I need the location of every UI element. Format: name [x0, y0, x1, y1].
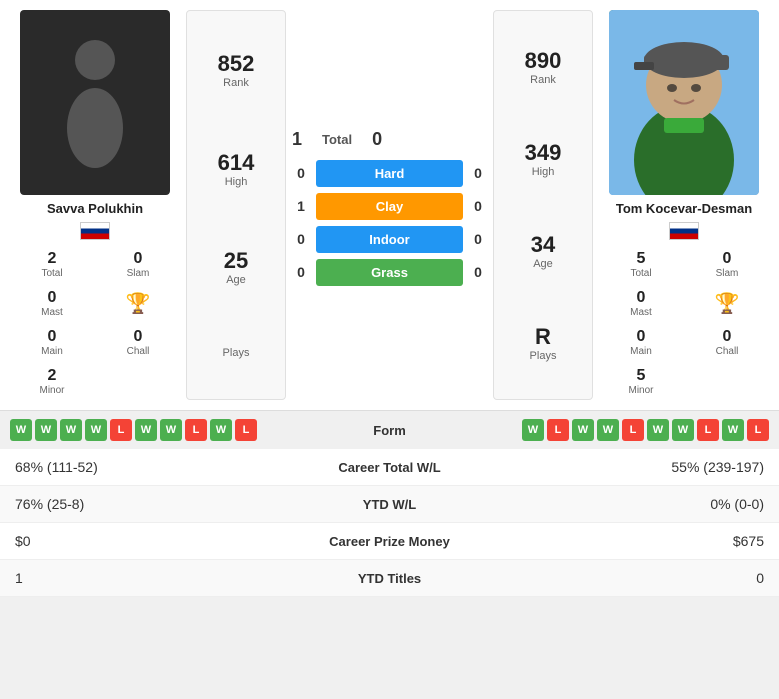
trophy-icon-left: 🏆 — [126, 291, 151, 316]
career-stats-row: 1 YTD Titles 0 — [0, 560, 779, 597]
court-section: 1 Total 0 0 Hard 0 1 Clay 0 — [292, 10, 487, 400]
left-total-cell: 2 Total — [10, 246, 94, 283]
form-badge-left: W — [10, 419, 32, 441]
right-age-block: 34 Age — [531, 232, 555, 270]
right-player-panel: Tom Kocevar-Desman 5 Total 0 Slam 0 Mast — [599, 10, 769, 400]
left-age-block: 25 Age — [224, 248, 248, 286]
total-row: 1 Total 0 — [292, 125, 487, 154]
left-minor-cell: 2 Minor — [10, 363, 94, 400]
left-player-silhouette — [55, 38, 135, 168]
career-stats-row: $0 Career Prize Money $675 — [0, 523, 779, 560]
form-badge-right: L — [622, 419, 644, 441]
right-player-flag — [669, 222, 699, 240]
right-minor-cell: 5 Minor — [599, 363, 683, 400]
form-badge-right: W — [597, 419, 619, 441]
form-badge-left: W — [60, 419, 82, 441]
center-column: 852 Rank 614 High 25 Age Plays — [186, 10, 593, 400]
trophy-icon-right: 🏆 — [715, 291, 740, 316]
right-total-cell: 5 Total — [599, 246, 683, 283]
right-trophy-cell: 🏆 — [685, 285, 769, 322]
form-badge-right: W — [522, 419, 544, 441]
court-indoor-btn: Indoor — [316, 226, 463, 253]
left-rank-block: 852 Rank — [218, 51, 255, 89]
career-stats-row: 76% (25-8) YTD W/L 0% (0-0) — [0, 486, 779, 523]
left-trophy-cell: 🏆 — [96, 285, 180, 322]
stats-left-val: 76% (25-8) — [15, 496, 290, 512]
left-rank-stats: 852 Rank 614 High 25 Age Plays — [186, 10, 286, 400]
left-slam-cell: 0 Slam — [96, 246, 180, 283]
right-player-photo — [609, 10, 759, 195]
left-chall-cell: 0 Chall — [96, 324, 180, 361]
court-row-indoor: 0 Indoor 0 — [292, 226, 487, 253]
form-badge-left: W — [160, 419, 182, 441]
stats-right-val: 55% (239-197) — [490, 459, 765, 475]
stats-right-val: 0% (0-0) — [490, 496, 765, 512]
form-badge-right: W — [672, 419, 694, 441]
left-plays-block: Plays — [223, 347, 250, 359]
stats-right-val: 0 — [490, 570, 765, 586]
form-badge-right: L — [747, 419, 769, 441]
form-badge-right: L — [547, 419, 569, 441]
form-badge-left: W — [135, 419, 157, 441]
main-container: Savva Polukhin 2 Total 0 Slam 0 Mast — [0, 0, 779, 597]
form-badges-left: WWWWLWWLWL — [10, 419, 344, 441]
right-main-cell: 0 Main — [599, 324, 683, 361]
right-stats-grid: 5 Total 0 Slam 0 Mast 🏆 0 Main — [599, 246, 769, 400]
form-badge-left: W — [210, 419, 232, 441]
right-rank-block: 890 Rank — [525, 48, 562, 86]
stats-center-label: Career Prize Money — [290, 534, 490, 549]
right-player-name: Tom Kocevar-Desman — [616, 201, 752, 216]
stats-left-val: 1 — [15, 570, 290, 586]
stats-center-label: YTD W/L — [290, 497, 490, 512]
career-stats-section: 68% (111-52) Career Total W/L 55% (239-1… — [0, 449, 779, 597]
form-badge-left: L — [185, 419, 207, 441]
form-badge-left: L — [110, 419, 132, 441]
court-clay-btn: Clay — [316, 193, 463, 220]
stats-center-label: YTD Titles — [290, 571, 490, 586]
form-section: WWWWLWWLWL Form WLWWLWWLWL — [0, 410, 779, 449]
right-chall-cell: 0 Chall — [685, 324, 769, 361]
right-slam-cell: 0 Slam — [685, 246, 769, 283]
court-row-grass: 0 Grass 0 — [292, 259, 487, 286]
court-row-clay: 1 Clay 0 — [292, 193, 487, 220]
form-badge-left: W — [85, 419, 107, 441]
stats-right-val: $675 — [490, 533, 765, 549]
form-label: Form — [350, 423, 430, 438]
players-section: Savva Polukhin 2 Total 0 Slam 0 Mast — [0, 0, 779, 410]
right-high-block: 349 High — [525, 140, 562, 178]
left-main-cell: 0 Main — [10, 324, 94, 361]
left-mast-cell: 0 Mast — [10, 285, 94, 322]
left-player-flag — [80, 222, 110, 240]
form-badge-right: L — [697, 419, 719, 441]
stats-center-label: Career Total W/L — [290, 460, 490, 475]
court-hard-btn: Hard — [316, 160, 463, 187]
left-player-photo — [20, 10, 170, 195]
stats-left-val: 68% (111-52) — [15, 459, 290, 475]
form-badge-right: W — [572, 419, 594, 441]
left-stats-grid: 2 Total 0 Slam 0 Mast 🏆 0 Main — [10, 246, 180, 400]
form-badge-left: L — [235, 419, 257, 441]
left-player-name: Savva Polukhin — [47, 201, 143, 216]
right-player-photo-svg — [609, 10, 759, 195]
form-badges-right: WLWWLWWLWL — [436, 419, 770, 441]
court-row-hard: 0 Hard 0 — [292, 160, 487, 187]
left-high-block: 614 High — [218, 150, 255, 188]
form-badge-left: W — [35, 419, 57, 441]
form-badge-right: W — [647, 419, 669, 441]
right-mast-cell: 0 Mast — [599, 285, 683, 322]
career-stats-row: 68% (111-52) Career Total W/L 55% (239-1… — [0, 449, 779, 486]
court-grass-btn: Grass — [316, 259, 463, 286]
right-rank-stats: 890 Rank 349 High 34 Age R Plays — [493, 10, 593, 400]
stats-left-val: $0 — [15, 533, 290, 549]
form-badge-right: W — [722, 419, 744, 441]
right-plays-block: R Plays — [530, 324, 557, 362]
left-player-panel: Savva Polukhin 2 Total 0 Slam 0 Mast — [10, 10, 180, 400]
